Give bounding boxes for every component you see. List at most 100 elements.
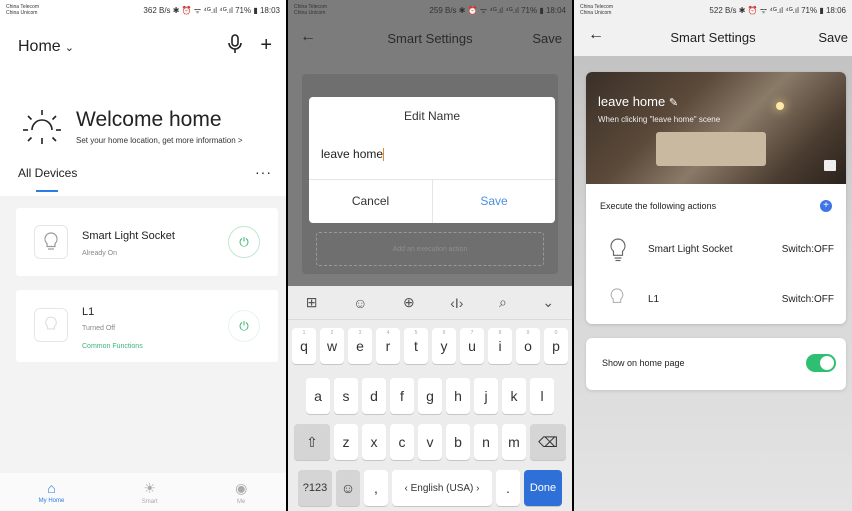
key-r[interactable]: 4r (376, 328, 400, 364)
power-button[interactable]: ⏻ (228, 310, 260, 342)
comma-key[interactable]: , (364, 470, 388, 506)
status-bar: China Telecom China Unicom 259 B/s ✱ ⏰ ᯤ… (288, 0, 572, 20)
tab-all-devices[interactable]: All Devices (18, 166, 77, 180)
image-icon[interactable] (824, 160, 836, 171)
cursor-icon[interactable]: ‹I› (450, 295, 463, 311)
add-icon[interactable]: + (260, 34, 272, 60)
done-key[interactable]: Done (524, 470, 562, 506)
key-l[interactable]: l (530, 378, 554, 414)
key-e[interactable]: 3e (348, 328, 372, 364)
common-functions-link[interactable]: Common Functions (82, 343, 143, 350)
key-label: q (300, 338, 308, 354)
sofa-image (656, 132, 766, 166)
cancel-button[interactable]: Cancel (309, 179, 432, 223)
save-button[interactable]: Save (818, 30, 848, 45)
device-name: Smart Light Socket (82, 230, 175, 242)
key-h[interactable]: h (446, 378, 470, 414)
add-action-button[interactable]: Add an execution action (316, 232, 544, 266)
action-device-name: Smart Light Socket (648, 244, 733, 255)
scene-name-text: leave home (598, 94, 666, 109)
bulb-icon (34, 308, 68, 342)
home-selector[interactable]: Home ⌄ (18, 38, 74, 56)
key-label: o (524, 338, 532, 354)
key-v[interactable]: v (418, 424, 442, 460)
key-hint: 4 (386, 330, 390, 336)
period-key[interactable]: . (496, 470, 520, 506)
edit-name-dialog: Edit Name leave home Cancel Save (309, 97, 555, 223)
scene-cover-image[interactable]: leave home ✎ When clicking "leave home" … (586, 72, 846, 184)
bulb-icon (610, 238, 626, 262)
save-button[interactable]: Save (532, 31, 562, 46)
key-hint: 1 (302, 330, 306, 336)
key-m[interactable]: m (502, 424, 526, 460)
key-n[interactable]: n (474, 424, 498, 460)
device-card-smart-light-socket[interactable]: Smart Light Socket Already On ⏻ (16, 208, 278, 276)
globe-icon[interactable]: ⊕ (403, 294, 415, 311)
key-q[interactable]: 1q (292, 328, 316, 364)
power-button[interactable]: ⏻ (228, 226, 260, 258)
key-label: y (440, 338, 448, 354)
bulb-icon (610, 288, 624, 303)
key-label: w (326, 338, 338, 354)
key-d[interactable]: d (362, 378, 386, 414)
key-b[interactable]: b (446, 424, 470, 460)
device-state: Already On (82, 250, 118, 257)
key-u[interactable]: 7u (460, 328, 484, 364)
power-icon: ⏻ (239, 234, 249, 249)
action-value: Switch:OFF (781, 294, 834, 305)
key-label: i (498, 338, 502, 354)
scene-description: When clicking "leave home" scene (598, 115, 721, 124)
tab-my-home[interactable]: ⌂ My Home (39, 480, 65, 504)
search-icon[interactable]: ⌕ (499, 294, 507, 311)
key-o[interactable]: 9o (516, 328, 540, 364)
keyboard-toolbar: ⊞ ☺ ⊕ ‹I› ⌕ ⌄ (288, 286, 572, 320)
tab-smart[interactable]: ☀ Smart (142, 480, 158, 505)
key-k[interactable]: k (502, 378, 526, 414)
welcome-banner[interactable]: Welcome home Set your home location, get… (22, 106, 243, 146)
key-w[interactable]: 2w (320, 328, 344, 364)
dialog-save-button[interactable]: Save (433, 179, 555, 223)
power-icon: ⏻ (239, 318, 249, 333)
bottom-tab-bar: ⌂ My Home ☀ Smart ◉ Me (0, 473, 286, 511)
key-s[interactable]: s (334, 378, 358, 414)
key-f[interactable]: f (390, 378, 414, 414)
key-y[interactable]: 6y (432, 328, 456, 364)
backspace-key[interactable]: ⌫ (530, 424, 566, 460)
key-t[interactable]: 5t (404, 328, 428, 364)
show-home-toggle[interactable] (806, 354, 836, 372)
scene-card: leave home ✎ When clicking "leave home" … (586, 72, 846, 324)
home-header: Home ⌄ + Welcome home Set your home loca… (0, 20, 286, 196)
name-input[interactable]: leave home (321, 147, 385, 162)
key-a[interactable]: a (306, 378, 330, 414)
device-card-l1[interactable]: L1 Turned Off Common Functions ⏻ (16, 290, 278, 362)
key-c[interactable]: c (390, 424, 414, 460)
space-key[interactable]: ‹ English (USA) › (392, 470, 492, 506)
add-action-icon[interactable]: + (820, 200, 832, 212)
shift-key[interactable]: ⇧ (294, 424, 330, 460)
key-z[interactable]: z (334, 424, 358, 460)
emoji-key[interactable]: ☺ (336, 470, 360, 506)
key-hint: 7 (470, 330, 474, 336)
edit-pencil-icon[interactable]: ✎ (669, 97, 678, 109)
action-row[interactable]: Smart Light Socket Switch:OFF (586, 230, 846, 270)
welcome-subtitle: Set your home location, get more informa… (76, 135, 243, 145)
tab-me[interactable]: ◉ Me (235, 480, 247, 505)
key-j[interactable]: j (474, 378, 498, 414)
key-hint: 6 (442, 330, 446, 336)
symbols-key[interactable]: ?123 (298, 470, 332, 506)
chevron-down-icon[interactable]: ⌄ (542, 294, 554, 311)
action-row[interactable]: L1 Switch:OFF (586, 280, 846, 320)
more-icon[interactable]: ··· (255, 164, 272, 180)
scene-name[interactable]: leave home ✎ (598, 94, 678, 109)
key-i[interactable]: 8i (488, 328, 512, 364)
key-g[interactable]: g (418, 378, 442, 414)
microphone-icon[interactable] (228, 34, 243, 60)
grid-icon[interactable]: ⊞ (306, 294, 318, 311)
device-state: Turned Off (82, 325, 116, 332)
key-row-1: 1q2w3e4r5t6y7u8i9o0p (288, 328, 572, 364)
key-p[interactable]: 0p (544, 328, 568, 364)
key-hint: 2 (330, 330, 334, 336)
key-x[interactable]: x (362, 424, 386, 460)
emoji-icon[interactable]: ☺ (353, 295, 367, 311)
bulb-icon (34, 225, 68, 259)
